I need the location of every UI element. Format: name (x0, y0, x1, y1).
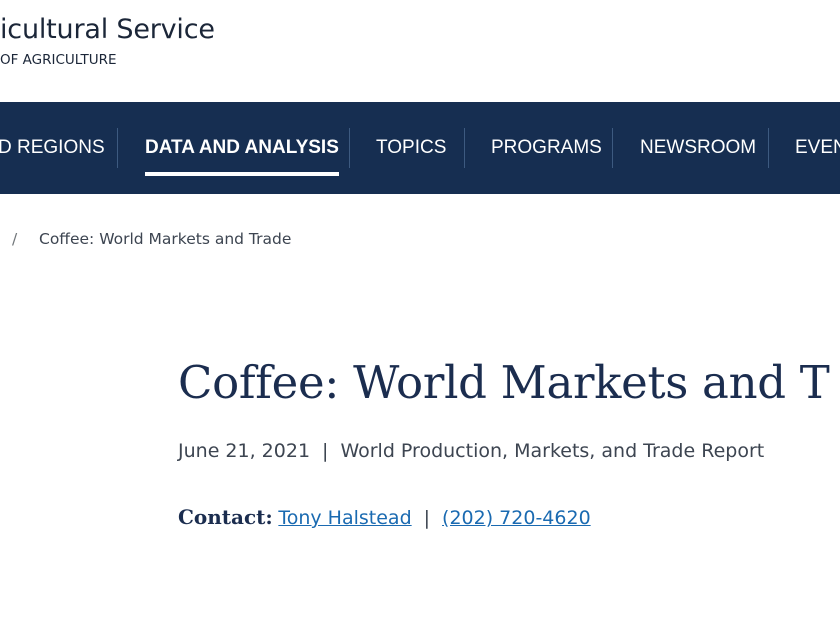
nav-item-topics[interactable]: TOPICS (376, 102, 446, 194)
breadcrumb-current: Coffee: World Markets and Trade (39, 230, 292, 248)
meta-separator: | (322, 440, 329, 462)
nav-divider (349, 128, 350, 168)
nav-item-label: DATA AND ANALYSIS (145, 137, 339, 158)
publish-date: June 21, 2021 (178, 440, 311, 462)
breadcrumb-separator: / (12, 230, 18, 248)
nav-divider (612, 128, 613, 168)
nav-divider (464, 128, 465, 168)
nav-item-newsroom[interactable]: NEWSROOM (640, 102, 756, 194)
nav-item-events[interactable]: EVEN (795, 102, 840, 194)
primary-nav: D REGIONS DATA AND ANALYSIS TOPICS PROGR… (0, 102, 840, 194)
report-meta: June 21, 2021 | World Production, Markets,… (178, 440, 764, 462)
report-type: World Production, Markets, and Trade Rep… (340, 440, 765, 462)
contact-info: Contact: Tony Halstead | (202) 720-4620 (178, 505, 591, 530)
nav-divider (768, 128, 769, 168)
contact-phone-link[interactable]: (202) 720-4620 (442, 507, 591, 529)
department-name[interactable]: OF AGRICULTURE (0, 52, 117, 68)
contact-name-link[interactable]: Tony Halstead (278, 507, 411, 529)
contact-label: Contact: (178, 505, 273, 529)
nav-divider (117, 128, 118, 168)
page: icultural Service OF AGRICULTURE D REGIO… (0, 0, 840, 620)
nav-item-regions[interactable]: D REGIONS (0, 102, 105, 194)
nav-item-programs[interactable]: PROGRAMS (491, 102, 602, 194)
agency-name[interactable]: icultural Service (0, 14, 215, 45)
contact-separator: | (423, 507, 431, 529)
page-title: Coffee: World Markets and T (178, 356, 830, 409)
active-indicator (145, 172, 339, 176)
site-header: icultural Service OF AGRICULTURE (0, 0, 840, 102)
breadcrumb: / Coffee: World Markets and Trade (0, 230, 840, 254)
nav-item-data-and-analysis[interactable]: DATA AND ANALYSIS (145, 102, 339, 194)
